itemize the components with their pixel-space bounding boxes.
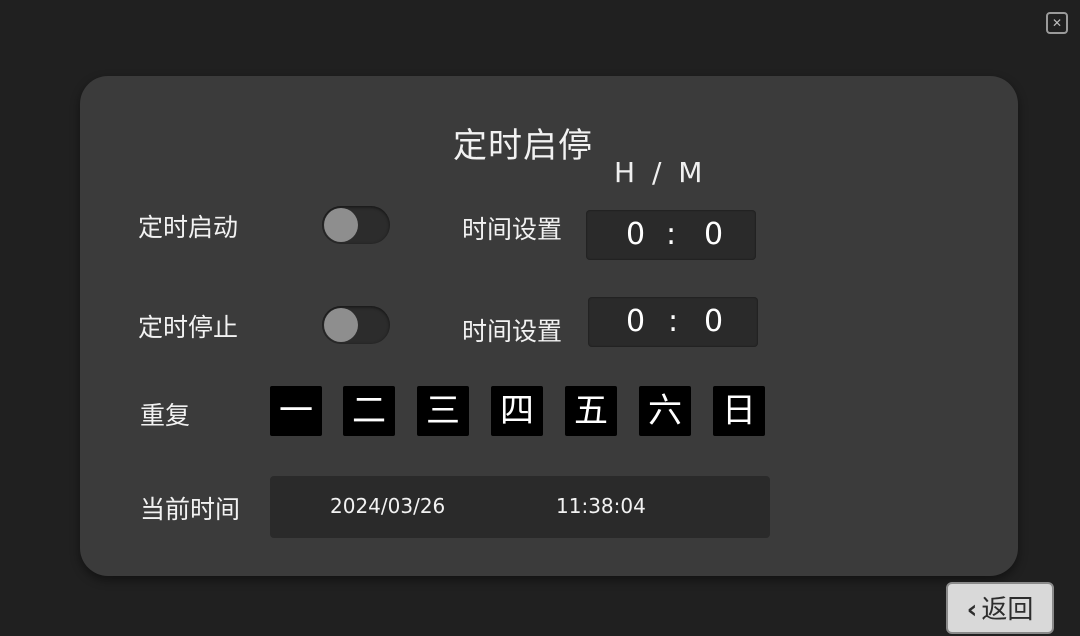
day-button-sun[interactable]: 日 bbox=[713, 386, 765, 436]
timed-start-time-label: 时间设置 bbox=[462, 215, 563, 244]
time-separator: : bbox=[666, 217, 677, 252]
timed-start-toggle[interactable] bbox=[322, 206, 390, 244]
day-button-thu[interactable]: 四 bbox=[491, 386, 543, 436]
current-time-label: 当前时间 bbox=[140, 495, 241, 524]
timed-stop-hour[interactable]: 0 bbox=[626, 304, 645, 339]
chevron-left-icon: ‹ bbox=[966, 595, 978, 625]
repeat-label: 重复 bbox=[140, 401, 191, 430]
day-button-mon[interactable]: 一 bbox=[270, 386, 322, 436]
timed-stop-minute[interactable]: 0 bbox=[704, 304, 723, 339]
timed-start-stop-screen: ✕ 定时启停 H / M 定时启动 时间设置 0 : 0 定时停止 时间设置 0… bbox=[0, 0, 1080, 636]
timed-start-hour[interactable]: 0 bbox=[626, 217, 645, 252]
close-icon[interactable]: ✕ bbox=[1046, 12, 1068, 34]
back-button-label: 返回 bbox=[981, 595, 1034, 625]
time-separator: : bbox=[668, 304, 679, 339]
back-button[interactable]: ‹ 返回 bbox=[946, 582, 1054, 634]
timed-stop-label: 定时停止 bbox=[138, 313, 239, 342]
hour-minute-header: H / M bbox=[614, 156, 707, 189]
current-date: 2024/03/26 bbox=[330, 494, 446, 518]
day-button-tue[interactable]: 二 bbox=[343, 386, 395, 436]
timed-stop-toggle[interactable] bbox=[322, 306, 390, 344]
timed-start-time-field[interactable]: 0 : 0 bbox=[586, 210, 756, 260]
day-button-fri[interactable]: 五 bbox=[565, 386, 617, 436]
timed-start-label: 定时启动 bbox=[138, 213, 239, 242]
timed-stop-time-label: 时间设置 bbox=[462, 317, 563, 346]
timed-start-minute[interactable]: 0 bbox=[704, 217, 723, 252]
current-time-display: 2024/03/26 11:38:04 bbox=[270, 476, 770, 538]
timed-stop-time-field[interactable]: 0 : 0 bbox=[588, 297, 758, 347]
toggle-knob bbox=[324, 308, 358, 342]
current-clock: 11:38:04 bbox=[556, 494, 646, 518]
day-button-wed[interactable]: 三 bbox=[417, 386, 469, 436]
day-button-sat[interactable]: 六 bbox=[639, 386, 691, 436]
toggle-knob bbox=[324, 208, 358, 242]
page-title: 定时启停 bbox=[453, 126, 593, 166]
